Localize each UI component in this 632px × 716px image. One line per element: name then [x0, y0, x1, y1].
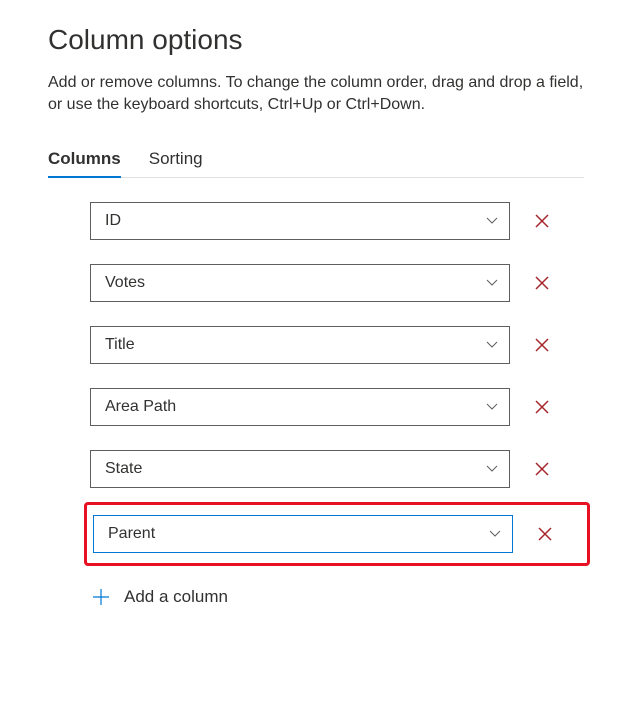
remove-column-button[interactable] [531, 520, 559, 548]
page-description: Add or remove columns. To change the col… [48, 72, 584, 117]
tab-sorting[interactable]: Sorting [149, 145, 203, 177]
column-row: Title [90, 326, 584, 364]
page-title: Column options [48, 24, 584, 56]
column-select-label: Parent [108, 525, 155, 543]
chevron-down-icon [488, 527, 502, 541]
plus-icon [90, 586, 112, 608]
column-select[interactable]: ID [90, 202, 510, 240]
column-row: ID [90, 202, 584, 240]
highlight-box: Parent [84, 502, 590, 566]
column-row: Parent [93, 515, 581, 553]
remove-column-button[interactable] [528, 269, 556, 297]
column-select[interactable]: Parent [93, 515, 513, 553]
remove-column-button[interactable] [528, 207, 556, 235]
column-select-label: Title [105, 336, 135, 354]
remove-column-button[interactable] [528, 455, 556, 483]
chevron-down-icon [485, 214, 499, 228]
column-select[interactable]: Title [90, 326, 510, 364]
chevron-down-icon [485, 400, 499, 414]
column-select-label: State [105, 460, 142, 478]
column-select[interactable]: Area Path [90, 388, 510, 426]
chevron-down-icon [485, 462, 499, 476]
column-select[interactable]: Votes [90, 264, 510, 302]
remove-column-button[interactable] [528, 393, 556, 421]
column-select-label: Votes [105, 274, 145, 292]
column-select-label: ID [105, 212, 121, 230]
chevron-down-icon [485, 338, 499, 352]
tabs: Columns Sorting [48, 145, 584, 178]
add-column-label: Add a column [124, 587, 228, 607]
column-select-label: Area Path [105, 398, 176, 416]
add-column-button[interactable]: Add a column [90, 586, 584, 608]
column-row: State [90, 450, 584, 488]
remove-column-button[interactable] [528, 331, 556, 359]
column-select[interactable]: State [90, 450, 510, 488]
chevron-down-icon [485, 276, 499, 290]
columns-list: ID Votes Title [48, 202, 584, 608]
column-row: Votes [90, 264, 584, 302]
tab-columns[interactable]: Columns [48, 145, 121, 177]
column-row: Area Path [90, 388, 584, 426]
